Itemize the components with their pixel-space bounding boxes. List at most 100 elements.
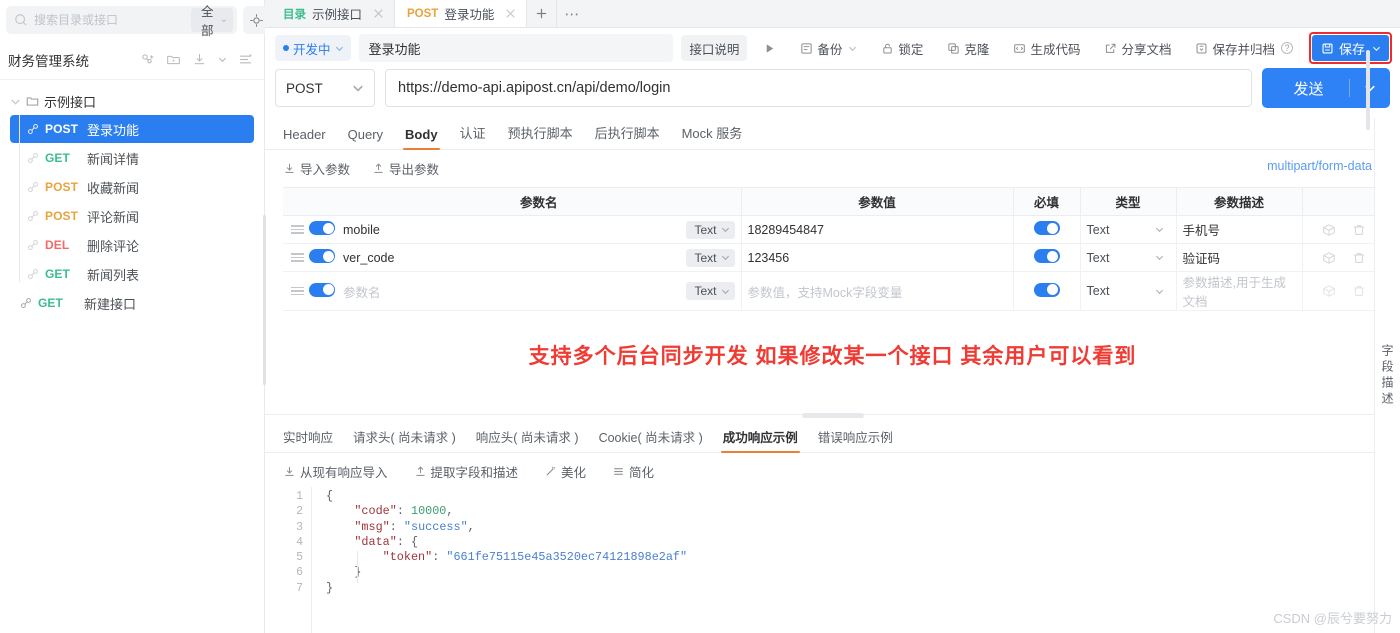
share-doc-button[interactable]: 分享文档 — [1096, 35, 1179, 61]
splitter-grip[interactable] — [801, 413, 864, 418]
delete-icon[interactable] — [1352, 251, 1366, 265]
tab-body[interactable]: Body — [403, 127, 440, 150]
param-required-toggle[interactable] — [1013, 243, 1081, 272]
new-tab-button[interactable] — [527, 0, 558, 27]
send-options-button[interactable] — [1350, 82, 1390, 94]
sidebar-item-news-detail[interactable]: GET 新闻详情 — [10, 144, 254, 172]
tab-success-example[interactable]: 成功响应示例 — [720, 427, 800, 453]
clone-button[interactable]: 克隆 — [939, 35, 997, 61]
param-desc-cell[interactable]: 验证码 — [1176, 243, 1303, 272]
import-from-response-button[interactable]: 从现有响应导入 — [283, 462, 388, 481]
row-drag-handle[interactable] — [283, 243, 304, 272]
tree-folder-label: 示例接口 — [44, 94, 97, 110]
field-description-panel-toggle[interactable]: 字段描述 — [1379, 344, 1396, 408]
line-number: 3 — [296, 520, 303, 534]
add-folder-icon[interactable] — [166, 52, 181, 67]
param-type-cell[interactable]: Text — [1080, 215, 1177, 244]
param-value-cell[interactable]: 123456 — [741, 243, 1014, 272]
param-desc-cell[interactable]: 手机号 — [1176, 215, 1303, 244]
sidebar-item-favorite-news[interactable]: POST 收藏新闻 — [10, 173, 254, 201]
save-button[interactable]: 保存 — [1311, 35, 1389, 61]
status-badge[interactable]: 开发中 — [275, 35, 351, 61]
api-name-input[interactable]: 登录功能 — [358, 34, 674, 62]
sidebar-item-delete-comment[interactable]: DEL 删除评论 — [10, 231, 254, 259]
filter-icon[interactable] — [238, 52, 253, 67]
help-icon[interactable]: ? — [1280, 42, 1293, 54]
code-content[interactable]: { "code": 10000, "msg": "success", "data… — [311, 487, 1400, 633]
extract-fields-button[interactable]: 提取字段和描述 — [414, 462, 518, 481]
tab-query[interactable]: Query — [348, 127, 383, 149]
param-name-cell[interactable]: mobile Text — [337, 215, 742, 244]
main-panel: 目录 示例接口 POST 登录功能 ⋯ 开发中 登录功能 接口说明 备份 锁定 … — [265, 0, 1400, 633]
param-type-chip[interactable]: Text — [686, 282, 735, 300]
body-type-select[interactable]: multipart/form-data — [1267, 159, 1386, 173]
search-input[interactable] — [28, 12, 191, 28]
chevron-down-icon[interactable] — [1372, 44, 1381, 53]
generate-code-button[interactable]: 生成代码 — [1005, 35, 1088, 61]
run-button[interactable] — [755, 35, 784, 61]
tab-error-example[interactable]: 错误响应示例 — [818, 427, 893, 452]
param-name-cell[interactable]: 参数名 Text — [337, 271, 742, 311]
send-button[interactable]: 发送 — [1262, 68, 1390, 108]
param-required-toggle[interactable] — [1013, 215, 1081, 244]
tab-mock-service[interactable]: Mock 服务 — [682, 123, 743, 149]
tab-header[interactable]: Header — [283, 127, 326, 149]
url-input[interactable]: https://demo-api.apipost.cn/api/demo/log… — [385, 69, 1252, 107]
chevron-down-icon[interactable] — [848, 44, 857, 53]
tab-pre-script[interactable]: 预执行脚本 — [508, 123, 573, 149]
close-icon[interactable] — [504, 7, 517, 20]
response-scrollbar[interactable] — [1366, 50, 1370, 130]
method-badge: POST — [45, 122, 79, 136]
tab-cookie[interactable]: Cookie( 尚未请求 ) — [599, 427, 703, 452]
param-type-cell[interactable]: Text — [1080, 271, 1177, 311]
param-type-cell[interactable]: Text — [1080, 243, 1177, 272]
param-value-cell[interactable]: 18289454847 — [741, 215, 1014, 244]
tab-response-headers[interactable]: 响应头( 尚未请求 ) — [476, 427, 579, 452]
row-enable-toggle[interactable] — [303, 271, 337, 311]
beautify-button[interactable]: 美化 — [544, 462, 586, 481]
sidebar-item-new-api[interactable]: GET 新建接口 — [10, 289, 254, 317]
search-box[interactable]: 全部 — [6, 5, 237, 38]
param-type-chip[interactable]: Text — [686, 220, 735, 239]
tab-directory[interactable]: 目录 示例接口 — [271, 0, 396, 27]
close-icon[interactable] — [372, 7, 385, 20]
lock-button[interactable]: 锁定 — [873, 35, 931, 61]
sidebar-item-comment-news[interactable]: POST 评论新闻 — [10, 202, 254, 230]
cube-icon[interactable] — [1322, 251, 1336, 265]
param-type-chip[interactable]: Text — [686, 248, 735, 267]
backup-button[interactable]: 备份 — [792, 35, 865, 61]
cube-icon[interactable] — [1322, 284, 1336, 298]
import-icon[interactable] — [192, 52, 207, 67]
row-enable-toggle[interactable] — [303, 215, 337, 244]
chevron-down-icon[interactable] — [218, 55, 227, 64]
tab-request-headers[interactable]: 请求头( 尚未请求 ) — [353, 427, 456, 452]
row-drag-handle[interactable] — [283, 215, 304, 244]
import-params-button[interactable]: 导入参数 — [283, 159, 350, 178]
response-code-editor[interactable]: 1 2 3 4 5 6 7 { "code": 10000, "msg": "s… — [265, 487, 1400, 633]
sidebar-item-news-list[interactable]: GET 新闻列表 — [10, 260, 254, 288]
row-enable-toggle[interactable] — [303, 243, 337, 272]
search-filter-select[interactable]: 全部 — [191, 5, 233, 38]
param-required-toggle[interactable] — [1013, 271, 1081, 311]
sidebar-item-login[interactable]: POST 登录功能 — [10, 115, 254, 143]
param-name-cell[interactable]: ver_code Text — [337, 243, 742, 272]
param-desc-cell[interactable]: 参数描述,用于生成文档 — [1176, 271, 1303, 311]
add-member-icon[interactable] — [140, 52, 155, 67]
export-params-button[interactable]: 导出参数 — [372, 159, 439, 178]
save-archive-button[interactable]: 保存并归档 ? — [1187, 35, 1301, 61]
tab-post-script[interactable]: 后执行脚本 — [595, 123, 660, 149]
tree-folder-example[interactable]: 示例接口 — [0, 88, 264, 114]
method-select[interactable]: POST — [275, 69, 375, 107]
simplify-button[interactable]: 简化 — [612, 462, 654, 481]
delete-icon[interactable] — [1352, 284, 1366, 298]
row-drag-handle[interactable] — [283, 271, 304, 311]
tab-login-api[interactable]: POST 登录功能 — [395, 0, 528, 27]
delete-icon[interactable] — [1352, 223, 1366, 237]
tab-more-button[interactable]: ⋯ — [557, 0, 587, 27]
panel-splitter[interactable] — [265, 413, 1400, 423]
api-description-button[interactable]: 接口说明 — [681, 35, 748, 61]
tab-realtime-response[interactable]: 实时响应 — [283, 427, 333, 452]
cube-icon[interactable] — [1322, 223, 1336, 237]
tab-auth[interactable]: 认证 — [460, 123, 486, 149]
param-value-cell[interactable]: 参数值，支持Mock字段变量 — [741, 271, 1014, 311]
